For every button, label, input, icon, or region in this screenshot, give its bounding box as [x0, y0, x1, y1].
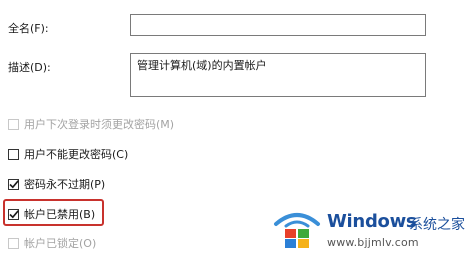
must-change-password-checkbox[interactable] — [8, 118, 19, 130]
highlight-frame — [3, 199, 104, 226]
watermark-brand: Windows — [327, 211, 417, 232]
full-name-input[interactable] — [130, 14, 426, 36]
watermark: Windows 系统之家 www.bjjmlv.com — [272, 200, 465, 252]
password-never-expires-label: 密码永不过期(P) — [24, 178, 106, 191]
checkmark-icon — [9, 179, 19, 188]
account-locked-option[interactable]: 帐户已锁定(O) — [8, 235, 96, 251]
must-change-password-label: 用户下次登录时须更改密码(M) — [24, 118, 175, 131]
must-change-password-option[interactable]: 用户下次登录时须更改密码(M) — [8, 116, 174, 132]
cannot-change-password-checkbox[interactable] — [8, 148, 19, 160]
account-locked-label: 帐户已锁定(O) — [24, 237, 97, 250]
full-name-label: 全名(F): — [8, 22, 49, 35]
watermark-brand-cn: 系统之家 — [409, 217, 465, 233]
password-never-expires-checkbox[interactable] — [8, 178, 19, 190]
cannot-change-password-option[interactable]: 用户不能更改密码(C) — [8, 146, 128, 162]
windows-logo-icon — [274, 213, 320, 248]
account-locked-checkbox[interactable] — [8, 237, 19, 249]
description-label: 描述(D): — [8, 61, 51, 74]
cannot-change-password-label: 用户不能更改密码(C) — [24, 148, 129, 161]
password-never-expires-option[interactable]: 密码永不过期(P) — [8, 176, 105, 192]
description-input[interactable]: 管理计算机(域)的内置帐户 — [130, 53, 426, 97]
watermark-url: www.bjjmlv.com — [327, 236, 419, 249]
